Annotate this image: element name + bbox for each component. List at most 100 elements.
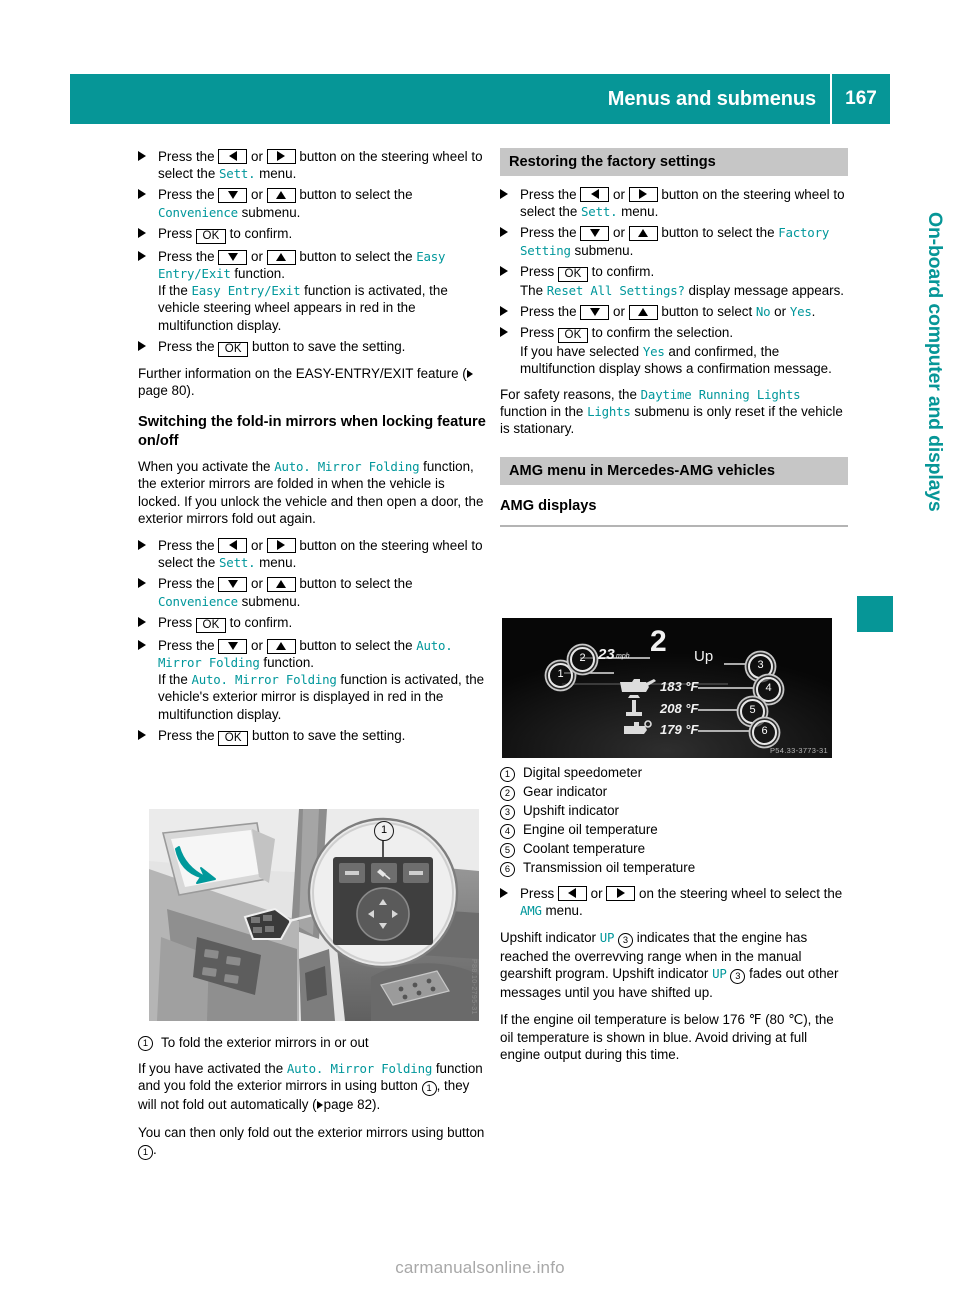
up-arrow-key (628, 305, 658, 321)
step-item: Press the or button to select the Auto. … (138, 637, 486, 723)
down-arrow-key (218, 638, 248, 654)
step-bullet-icon (500, 327, 508, 338)
amg-coolant-temp: 208 °F (660, 701, 699, 716)
fold-in-intro-paragraph: When you activate the Auto. Mirror Foldi… (138, 458, 486, 527)
callout-marker-4: 4 (500, 823, 515, 839)
upshift-text-before: Upshift indicator (500, 929, 600, 945)
amg-displays-heading: AMG displays (500, 498, 597, 515)
note-text-before: If you have activated the (138, 1061, 287, 1077)
display-text-auto-mirror-folding: Auto. Mirror Folding (286, 1061, 433, 1077)
up-arrow-key (266, 249, 296, 265)
step-item: Press OK to confirm. The Reset All Setti… (500, 263, 848, 299)
photo-note-2: You can then only fold out the exterior … (138, 1124, 486, 1160)
ok-key: OK (557, 328, 588, 344)
display-text-factory-setting: Factory Setting (520, 225, 830, 258)
amg-speed-unit: mph (616, 653, 630, 660)
page-title: Menus and submenus (607, 87, 816, 110)
ok-key: OK (218, 730, 249, 746)
right-arrow-key (606, 885, 636, 901)
step-bullet-icon (138, 540, 146, 551)
page-ref-arrow-icon (466, 369, 473, 378)
mirror-photo-illustration (149, 809, 479, 1021)
amg-callout-1: 1 (548, 663, 573, 688)
amg-legend-block: 1 Digital speedometer 2 Gear indicator 3… (500, 765, 848, 1073)
note-text-after: ). (372, 1097, 381, 1113)
display-text-up: UP (712, 966, 727, 982)
legend-label: Digital speedometer (523, 765, 643, 780)
callout-marker-5: 5 (500, 842, 515, 858)
legend-label: Engine oil temperature (523, 822, 658, 837)
ok-key: OK (218, 341, 249, 357)
step-item: Press the or button to select the Conven… (138, 575, 486, 609)
up-arrow-key (266, 638, 296, 654)
legend-item: 3 Upshift indicator (500, 803, 848, 820)
exterior-mirror-photo: 1 P88.10-2795-31 (149, 809, 479, 1021)
legend-item: 6 Transmission oil temperature (500, 860, 848, 877)
down-arrow-key (218, 577, 248, 593)
step-bullet-icon (138, 578, 146, 589)
note2-text-after: . (153, 1141, 157, 1157)
ok-key: OK (195, 617, 226, 633)
step-bullet-icon (138, 340, 146, 351)
footer-watermark: carmanualsonline.info (395, 1258, 565, 1277)
step-item: Press the or button on the steering whee… (138, 537, 486, 571)
legend-item: 4 Engine oil temperature (500, 822, 848, 839)
further-info-text-before: Further information on the EASY-ENTRY/EX… (138, 365, 467, 381)
step-bullet-icon (500, 306, 508, 317)
step-bullet-icon (500, 887, 508, 898)
ok-key: OK (195, 228, 226, 244)
legend-label: Upshift indicator (523, 803, 620, 818)
upshift-note-paragraph: Upshift indicator UP 3 indicates that th… (500, 929, 848, 1001)
callout-marker-3: 3 (500, 804, 515, 820)
mirror-photo-caption-block: 1 To fold the exterior mirrors in or out… (138, 1034, 486, 1170)
legend-label: Transmission oil temperature (523, 860, 696, 875)
amg-callout-2: 2 (570, 647, 595, 672)
amg-image-code: P54.33-3773-31 (770, 746, 828, 755)
callout-marker-3: 3 (730, 969, 746, 985)
step-item: Press the or button to select the Factor… (500, 224, 848, 258)
chapter-side-tab-marker (857, 596, 893, 632)
step-bullet-icon (500, 189, 508, 199)
step-item: Press the or button to select the Conven… (138, 186, 486, 220)
display-text-sett: Sett. (581, 204, 618, 220)
display-text-easy-entry-exit: Easy Entry/Exit (191, 283, 301, 299)
further-info-text-after: ). (186, 383, 195, 399)
step-bullet-icon (138, 616, 146, 627)
amg-callout-6: 6 (752, 720, 777, 745)
step-bullet-icon (138, 639, 146, 650)
section-rule (500, 524, 848, 527)
up-arrow-key (266, 577, 296, 593)
callout-marker-1: 1 (138, 1036, 153, 1051)
note2-text-before: You can then only fold out the exterior … (138, 1124, 485, 1140)
page-reference-link[interactable]: page 80 (138, 383, 186, 398)
display-text-sett: Sett. (219, 166, 256, 182)
mirror-photo-callout-1: 1 (374, 821, 394, 841)
down-arrow-key (580, 226, 610, 242)
oil-temp-note-paragraph: If the engine oil temperature is below 1… (500, 1012, 834, 1062)
display-text-easy-entry-exit: Easy Entry/Exit (158, 248, 446, 282)
step-item: Press the or button to select No or Yes. (500, 303, 848, 321)
amg-callout-3: 3 (748, 654, 773, 679)
display-text-yes: Yes (642, 344, 665, 360)
callout-marker-1: 1 (138, 1144, 153, 1160)
down-arrow-key (580, 305, 610, 321)
fold-in-mirrors-heading: Switching the fold-in mirrors when locki… (138, 414, 486, 449)
page-number: 167 (845, 88, 877, 109)
amg-engine-oil-temp: 183 °F (660, 679, 699, 694)
display-text-yes: Yes (789, 304, 812, 320)
photo-caption-text: To fold the exterior mirrors in or out (161, 1035, 369, 1050)
up-arrow-key (628, 226, 658, 242)
display-text-auto-mirror-folding: Auto. Mirror Folding (274, 459, 420, 475)
display-text-convenience: Convenience (158, 204, 238, 220)
amg-speed-value: 23 (598, 646, 615, 663)
amg-gear-indicator: 2 (650, 625, 667, 658)
display-text-lights: Lights (587, 403, 631, 419)
step-item: Press the or button on the steering whee… (500, 186, 848, 220)
callout-marker-3: 3 (618, 932, 633, 948)
step-item: Press the or button on the steering whee… (138, 148, 486, 182)
callout-marker-1: 1 (421, 1081, 437, 1097)
page-reference-link[interactable]: page 82 (324, 1097, 372, 1112)
left-arrow-key (580, 187, 610, 202)
step-item: Press OK to confirm the selection. If yo… (500, 324, 848, 377)
safety-text-middle: function in the (500, 403, 588, 419)
